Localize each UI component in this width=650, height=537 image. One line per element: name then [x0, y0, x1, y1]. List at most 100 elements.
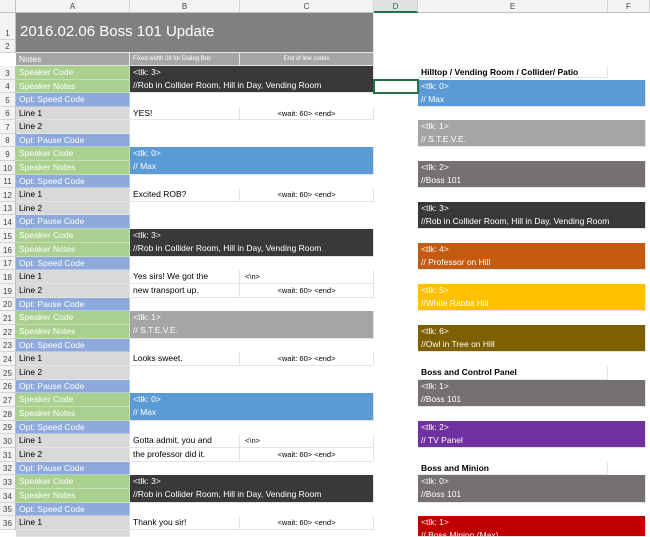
- row-header-30[interactable]: 30: [0, 434, 16, 448]
- line1-wait-code[interactable]: <wait: 60> <end>: [240, 107, 374, 120]
- opt-pause-code-label[interactable]: Opt: Pause Code: [16, 462, 130, 475]
- column-header-e[interactable]: E: [418, 0, 608, 13]
- speaker-legend-item-rabbit[interactable]: <tlk: 5> //White Rabbit Hill: [418, 284, 646, 311]
- speaker-group-heading[interactable]: Boss and Control Panel: [418, 366, 608, 380]
- notes-label[interactable]: Notes: [16, 53, 130, 66]
- column-header-f[interactable]: F: [608, 0, 650, 13]
- row-header-4[interactable]: 4: [0, 80, 16, 93]
- line1-text[interactable]: Gotta admit, you and: [130, 434, 240, 448]
- opt-speed-code-label[interactable]: Opt: Speed Code: [16, 175, 130, 188]
- opt-speed-code-label[interactable]: Opt: Speed Code: [16, 421, 130, 434]
- speaker-notes-label[interactable]: Speaker Notes: [16, 489, 130, 503]
- opt-speed-code-label[interactable]: Opt: Speed Code: [16, 503, 130, 516]
- row-header-7[interactable]: 7: [0, 120, 16, 134]
- speaker-notes-label[interactable]: Speaker Notes: [16, 407, 130, 421]
- line1-label[interactable]: Line 1: [16, 188, 130, 202]
- line2-label[interactable]: Line 2: [16, 284, 130, 298]
- speaker-block-rob-3[interactable]: <tlk: 3> //Rob in Collider Room, Hill in…: [130, 475, 374, 503]
- row-header-29[interactable]: 29: [0, 421, 16, 434]
- row-header-8[interactable]: 8: [0, 134, 16, 147]
- opt-pause-code-label[interactable]: Opt: Pause Code: [16, 134, 130, 147]
- line1-wait-code[interactable]: <wait: 60> <end>: [240, 188, 374, 202]
- speaker-block-rob-2[interactable]: <tlk: 3> //Rob in Collider Room, Hill in…: [130, 229, 374, 257]
- row-header-14[interactable]: 14: [0, 215, 16, 229]
- speaker-block-steve[interactable]: <tlk: 1> // S.T.E.V.E.: [130, 311, 374, 339]
- line1-label[interactable]: Line 1: [16, 270, 130, 284]
- column-header-c[interactable]: C: [240, 0, 374, 13]
- sheet-title[interactable]: 2016.02.06 Boss 101 Update: [16, 13, 374, 53]
- line1-text[interactable]: Yes sirs! We got the: [130, 270, 240, 284]
- row-header-17[interactable]: 17: [0, 257, 16, 270]
- row-header-2[interactable]: 2: [0, 40, 16, 53]
- line1-newline-code[interactable]: <\n>: [240, 434, 374, 448]
- line1-label[interactable]: Line 1: [16, 516, 130, 530]
- line2-text[interactable]: new transport up.: [130, 284, 240, 298]
- row-header-1[interactable]: 1: [0, 13, 16, 40]
- speaker-legend-item-boss[interactable]: <tlk: 1> //Boss 101: [418, 380, 646, 407]
- speaker-legend-item-boss[interactable]: <tlk: 0> //Boss 101: [418, 475, 646, 503]
- line2-label[interactable]: Line 2: [16, 366, 130, 380]
- line1-newline-code[interactable]: <\n>: [240, 270, 374, 284]
- row-header-20[interactable]: 20: [0, 298, 16, 311]
- speaker-legend-item-minion[interactable]: <tlk: 1> // Boss Minion (Max): [418, 516, 646, 537]
- speaker-notes-label[interactable]: Speaker Notes: [16, 80, 130, 93]
- column-header-b[interactable]: B: [130, 0, 240, 13]
- row-header-24[interactable]: 24: [0, 352, 16, 366]
- speaker-notes-label[interactable]: Speaker Notes: [16, 161, 130, 175]
- line1-label[interactable]: Line 1: [16, 107, 130, 120]
- speaker-block-max-2[interactable]: <tlk: 0> // Max: [130, 393, 374, 421]
- row-header-33[interactable]: 33: [0, 475, 16, 489]
- speaker-legend-item-rob[interactable]: <tlk: 3> //Rob in Collider Room, Hill in…: [418, 202, 646, 229]
- notes-width-cell[interactable]: Fixed width 28 for Dialog Box: [130, 53, 240, 66]
- row-header-25[interactable]: 25: [0, 366, 16, 380]
- row-header-27[interactable]: 27: [0, 393, 16, 407]
- speaker-legend-item-steve[interactable]: <tlk: 1> // S.T.E.V.E.: [418, 120, 646, 147]
- speaker-legend-item-owl[interactable]: <tlk: 6> //Owl in Tree on Hill: [418, 325, 646, 352]
- row-header-18[interactable]: 18: [0, 270, 16, 284]
- notes-eol-cell[interactable]: End of line codes: [240, 53, 374, 66]
- row-header-36[interactable]: 36: [0, 516, 16, 530]
- line1-text[interactable]: YES!: [130, 107, 240, 120]
- row-header-21[interactable]: 21: [0, 311, 16, 325]
- opt-speed-code-label[interactable]: Opt: Speed Code: [16, 93, 130, 107]
- active-cell-selection[interactable]: [373, 79, 419, 94]
- row-header-32[interactable]: 32: [0, 462, 16, 475]
- row-header-6[interactable]: 6: [0, 107, 16, 120]
- line1-label[interactable]: Line 1: [16, 434, 130, 448]
- line2-label[interactable]: Line 2: [16, 120, 130, 134]
- column-header-d[interactable]: D: [374, 0, 418, 13]
- row-header-3[interactable]: 3: [0, 66, 16, 80]
- speaker-code-label[interactable]: Speaker Code: [16, 147, 130, 161]
- line2-text[interactable]: the professor did it.: [130, 448, 240, 462]
- line1-text[interactable]: Excited ROB?: [130, 188, 240, 202]
- speaker-legend-item-professor[interactable]: <tlk: 4> // Professor on Hill: [418, 243, 646, 270]
- row-header-12[interactable]: 12: [0, 188, 16, 202]
- opt-pause-code-label[interactable]: Opt: Pause Code: [16, 380, 130, 393]
- row-header-15[interactable]: 15: [0, 229, 16, 243]
- line1-label[interactable]: Line 1: [16, 352, 130, 366]
- line1-wait-code[interactable]: <wait: 60> <end>: [240, 516, 374, 530]
- speaker-legend-item-boss[interactable]: <tlk: 2> //Boss 101: [418, 161, 646, 188]
- row-header-13[interactable]: 13: [0, 202, 16, 215]
- opt-speed-code-label[interactable]: Opt: Speed Code: [16, 257, 130, 270]
- row-header-10[interactable]: 10: [0, 161, 16, 175]
- opt-speed-code-label[interactable]: Opt: Speed Code: [16, 339, 130, 352]
- row-header-11[interactable]: 11: [0, 175, 16, 188]
- speaker-group-heading[interactable]: Boss and Minion: [418, 462, 608, 475]
- line2-label[interactable]: Line 2: [16, 202, 130, 215]
- line1-text[interactable]: Thank you sir!: [130, 516, 240, 530]
- speaker-legend-item-max[interactable]: <tlk: 0> // Max: [418, 80, 646, 107]
- row-header-9[interactable]: 9: [0, 147, 16, 161]
- line2-label-partial[interactable]: [16, 530, 130, 537]
- row-header-5[interactable]: 5: [0, 93, 16, 107]
- speaker-code-label[interactable]: Speaker Code: [16, 475, 130, 489]
- opt-pause-code-label[interactable]: Opt: Pause Code: [16, 215, 130, 229]
- row-header-23[interactable]: 23: [0, 339, 16, 352]
- row-header-31[interactable]: 31: [0, 448, 16, 462]
- line1-text[interactable]: Looks sweet.: [130, 352, 240, 366]
- speaker-code-label[interactable]: Speaker Code: [16, 66, 130, 80]
- speaker-code-label[interactable]: Speaker Code: [16, 229, 130, 243]
- column-header-a[interactable]: A: [16, 0, 130, 13]
- speaker-legend-item-tv-panel[interactable]: <tlk: 2> // TV Panel: [418, 421, 646, 448]
- row-header-16[interactable]: 16: [0, 243, 16, 257]
